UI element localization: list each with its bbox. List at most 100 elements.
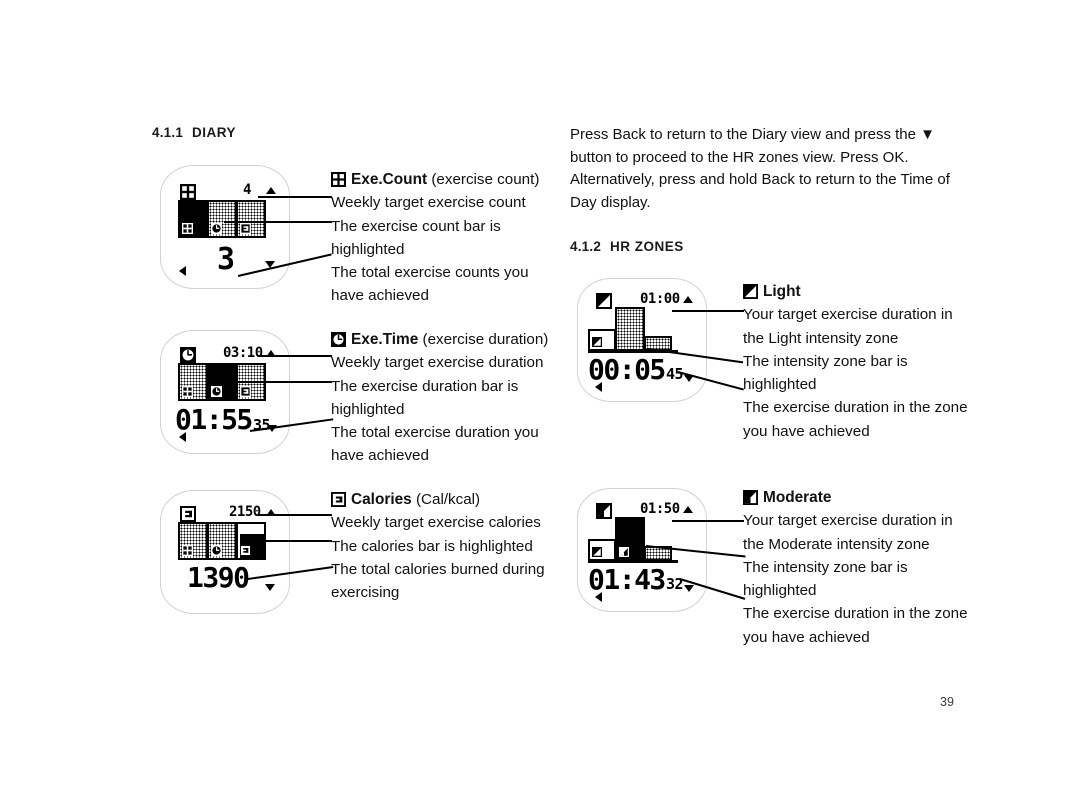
target-value-exe-count: 4 — [243, 182, 251, 198]
exe-time-icon — [211, 545, 222, 556]
leader-line — [672, 520, 744, 522]
moderate-zone-icon — [619, 547, 629, 557]
leader-line — [228, 381, 332, 383]
annotation-line: you have achieved — [743, 628, 870, 646]
intro-paragraph: Press Back to return to the Diary view a… — [570, 124, 950, 214]
annotation-exe-count: Exe.Count (exercise count) Weekly target… — [331, 168, 539, 308]
bar-exe-count — [178, 363, 208, 401]
annotation-line: The intensity zone bar is — [743, 558, 908, 576]
paragraph-line: Day display. — [570, 193, 651, 211]
exe-count-icon — [182, 386, 193, 397]
bar-exe-time — [207, 200, 237, 238]
leader-line — [258, 514, 332, 516]
annotation-line: highlighted — [331, 400, 405, 418]
watch-display-exe-count: 4 3 — [160, 165, 290, 289]
exe-count-icon — [180, 184, 196, 200]
total-value-exe-count: 3 — [217, 242, 235, 277]
target-value-light: 01:00 — [640, 291, 680, 307]
calories-icon — [240, 386, 251, 397]
paragraph-line: Press Back to return to the Diary view a… — [570, 126, 936, 143]
annotation-line: Weekly target exercise count — [331, 194, 526, 212]
annotation-label: Moderate — [763, 489, 832, 506]
exe-time-icon — [211, 386, 222, 397]
exe-time-icon — [180, 347, 196, 363]
annotation-line: The exercise duration in the zone — [743, 605, 968, 623]
left-arrow-icon — [595, 592, 602, 602]
annotation-exe-time: Exe.Time (exercise duration) Weekly targ… — [331, 328, 548, 468]
annotation-line: Weekly target exercise duration — [331, 354, 544, 372]
watch-display-calories: 2150 1390 — [160, 490, 290, 614]
target-value-calories: 2150 — [229, 504, 261, 520]
up-arrow-icon — [683, 296, 693, 303]
annotation-label-suffix: (exercise count) — [431, 171, 540, 188]
down-arrow-icon — [265, 584, 275, 591]
manual-page: 4.1.1 DIARY 4 3 Exe.Count (exercise coun… — [0, 0, 1080, 800]
leader-line — [258, 355, 332, 357]
annotation-line: The total calories burned during — [331, 560, 545, 578]
section-title-diary: DIARY — [192, 125, 237, 140]
section-heading-hr-zones: 4.1.2 HR ZONES — [570, 239, 684, 254]
annotation-line: Your target exercise duration in — [743, 306, 953, 324]
annotation-line: The total exercise counts you — [331, 264, 529, 282]
leader-line — [672, 310, 744, 312]
left-arrow-icon — [179, 432, 186, 442]
hz-bar-1 — [588, 329, 616, 351]
hz-bar-2-highlighted — [615, 307, 645, 351]
annotation-label: Calories — [351, 491, 412, 508]
target-value-exe-time: 03:10 — [223, 345, 263, 361]
annotation-line: The intensity zone bar is — [743, 352, 908, 370]
hz-bar-1 — [588, 539, 616, 561]
exe-count-icon — [182, 545, 193, 556]
up-arrow-icon — [266, 187, 276, 194]
watch-display-exe-time: 03:10 01:55 35 — [160, 330, 290, 454]
annotation-light: Light Your target exercise duration in t… — [743, 280, 968, 443]
annotation-line: highlighted — [743, 582, 817, 600]
annotation-label-suffix: (Cal/kcal) — [415, 491, 481, 508]
light-zone-icon — [592, 337, 602, 347]
annotation-headline: Exe.Time (exercise duration) — [331, 328, 548, 351]
paragraph-line: Alternatively, press and hold Back to re… — [570, 171, 950, 188]
exe-time-icon — [211, 223, 222, 234]
annotation-headline: Moderate — [743, 486, 968, 509]
section-number-diary: 4.1.1 — [152, 125, 184, 140]
left-arrow-icon — [179, 266, 186, 276]
paragraph-line: button to proceed to the HR zones view. … — [570, 148, 909, 166]
annotation-line: highlighted — [743, 376, 817, 394]
annotation-line: have achieved — [331, 447, 429, 465]
annotation-line: The exercise duration in the zone — [743, 399, 968, 417]
watch-display-light-zone: 01:00 00:05 45 — [577, 278, 707, 402]
hr-zone-histogram — [588, 307, 698, 353]
hz-bar-2-highlighted — [615, 517, 645, 561]
annotation-label-suffix: (exercise duration) — [422, 331, 549, 348]
bar-exe-count — [178, 200, 208, 238]
leader-line — [224, 221, 332, 223]
down-arrow-icon — [684, 585, 694, 592]
annotation-line: The total exercise duration you — [331, 424, 539, 442]
annotation-line: The exercise duration bar is — [331, 377, 519, 395]
light-zone-icon — [592, 547, 602, 557]
calories-icon — [240, 223, 251, 234]
leader-line — [258, 196, 332, 198]
annotation-headline: Calories (Cal/kcal) — [331, 488, 545, 511]
bar-exe-time — [207, 522, 237, 560]
annotation-line: have achieved — [331, 287, 429, 305]
annotation-label: Exe.Count — [351, 171, 428, 188]
total-value-exe-time: 01:55 — [175, 403, 253, 436]
total-value-calories: 1390 — [187, 561, 250, 594]
annotation-line: the Light intensity zone — [743, 329, 899, 347]
annotation-line: the Moderate intensity zone — [743, 535, 930, 553]
left-arrow-icon — [595, 382, 602, 392]
calories-icon — [180, 506, 196, 522]
section-number-hr-zones: 4.1.2 — [570, 239, 602, 254]
hr-zone-histogram — [588, 517, 698, 563]
light-zone-icon — [743, 284, 758, 299]
annotation-line: highlighted — [331, 240, 405, 258]
annotation-label: Light — [763, 283, 801, 300]
annotation-headline: Light — [743, 280, 968, 303]
section-heading-diary: 4.1.1 DIARY — [152, 125, 236, 140]
annotation-line: The exercise count bar is — [331, 217, 501, 235]
page-number: 39 — [940, 695, 954, 709]
annotation-line: exercising — [331, 584, 400, 602]
annotation-calories: Calories (Cal/kcal) Weekly target exerci… — [331, 488, 545, 604]
annotation-moderate: Moderate Your target exercise duration i… — [743, 486, 968, 649]
